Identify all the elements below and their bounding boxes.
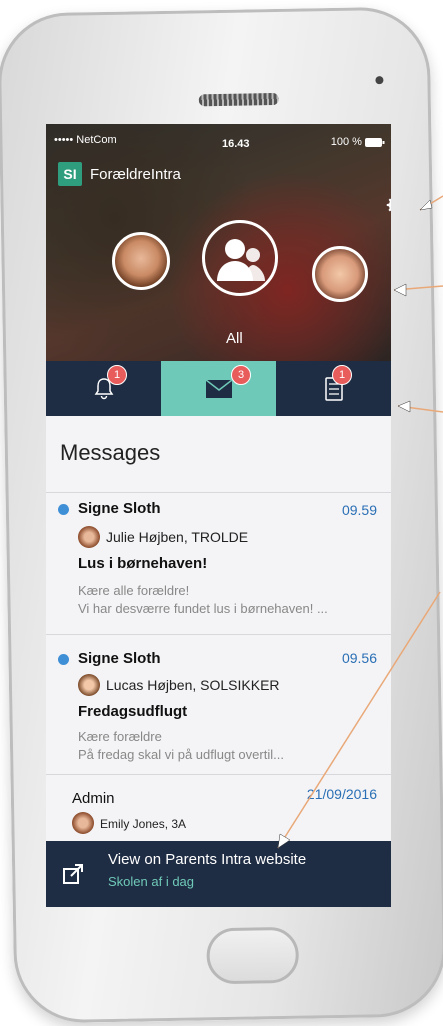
speaker-grille <box>198 92 279 107</box>
message-child: Emily Jones, 3A <box>100 817 187 831</box>
all-label: All <box>226 330 243 347</box>
message-preview: Kære forældre <box>78 729 162 744</box>
app-logo: SI <box>58 162 82 186</box>
message-preview: På fredag skal vi på udflugt overtil... <box>78 747 284 762</box>
message-preview: Kære alle forældre! <box>78 583 190 598</box>
message-preview: Vi har desværre fundet lus i børnehaven!… <box>78 601 328 616</box>
unread-dot <box>58 504 69 515</box>
child-avatar <box>78 674 100 696</box>
battery-percent: 100 % <box>330 136 362 148</box>
footer-title: View on Parents Intra website <box>108 851 307 868</box>
divider <box>46 634 391 635</box>
unread-dot <box>58 654 69 665</box>
tab-tasks-badge: 1 <box>332 365 352 385</box>
all-children-button[interactable] <box>202 220 278 296</box>
app-title: ForældreIntra <box>90 165 181 183</box>
front-camera <box>375 76 384 85</box>
tab-messages-badge: 3 <box>231 365 251 385</box>
status-bar: ••••• NetCom 16.43 100 % <box>46 134 391 152</box>
child-avatar-left[interactable] <box>112 232 170 290</box>
message-sender: Admin <box>72 790 115 807</box>
message-time: 09.59 <box>341 502 377 518</box>
app-screen: ••••• NetCom 16.43 100 % SI ForældreIntr… <box>46 124 391 907</box>
parents-intra-link[interactable]: View on Parents Intra website Skolen af … <box>46 841 391 907</box>
message-subject: Fredagsudflugt <box>78 703 188 720</box>
app-header: SI ForældreIntra <box>58 162 181 186</box>
message-item[interactable]: Signe Sloth 09.56 Lucas Højben, SOLSIKKE… <box>46 644 391 774</box>
message-subject: Lus i børnehaven! <box>78 555 208 572</box>
message-child: Lucas Højben, SOLSIKKER <box>106 677 280 693</box>
tab-tasks[interactable]: 1 <box>276 361 391 416</box>
group-icon <box>217 239 265 281</box>
child-avatar <box>78 526 100 548</box>
message-child: Julie Højben, TROLDE <box>106 529 249 545</box>
footer-subtitle: Skolen af i dag <box>108 874 195 889</box>
messages-heading: Messages <box>60 440 161 465</box>
message-time: 21/09/2016 <box>306 786 377 802</box>
child-avatar <box>72 812 94 834</box>
message-sender: Signe Sloth <box>78 650 161 667</box>
settings-gear-icon[interactable] <box>384 194 391 216</box>
mail-icon <box>205 379 232 398</box>
message-item[interactable]: Admin 21/09/2016 Emily Jones, 3A <box>46 782 391 842</box>
home-button[interactable] <box>206 926 300 985</box>
tab-bar: 1 3 1 <box>46 361 391 416</box>
message-time: 09.56 <box>341 650 377 666</box>
divider <box>46 492 391 493</box>
tab-notifications[interactable]: 1 <box>46 361 161 416</box>
clock: 16.43 <box>222 138 250 150</box>
child-avatar-right[interactable] <box>312 246 368 302</box>
message-sender: Signe Sloth <box>78 500 161 517</box>
tab-messages[interactable]: 3 <box>161 361 276 416</box>
external-link-icon <box>63 864 83 884</box>
carrier-label: ••••• NetCom <box>54 134 117 146</box>
battery-icon <box>365 137 385 147</box>
battery-indicator: 100 % <box>331 136 385 148</box>
tab-notifications-badge: 1 <box>107 365 127 385</box>
divider <box>46 774 391 775</box>
message-item[interactable]: Signe Sloth 09.59 Julie Højben, TROLDE L… <box>46 494 391 634</box>
